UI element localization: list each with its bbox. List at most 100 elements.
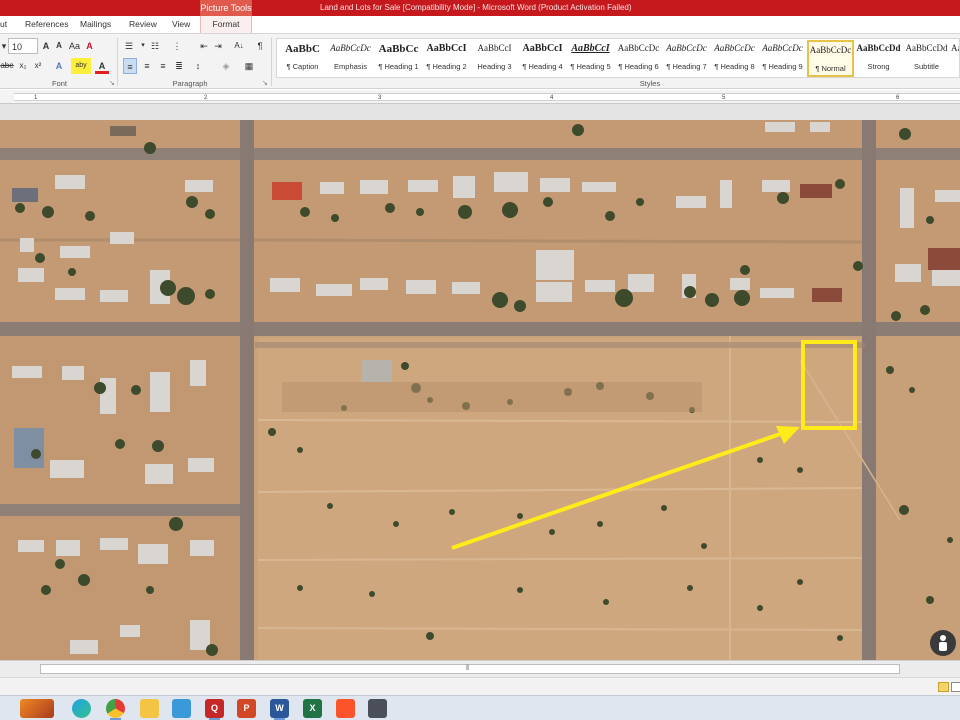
powerpoint-icon: P	[243, 703, 250, 713]
remote-desktop-icon: remote	[368, 699, 387, 718]
tab-references[interactable]: References	[25, 16, 68, 33]
increase-indent-icon[interactable]: ⇥	[212, 38, 224, 54]
taskbar-app-brave[interactable]: brave	[336, 699, 355, 718]
style-heading-2[interactable]: AaBbCcI ¶ Heading 2	[423, 40, 470, 77]
justify-icon[interactable]: ≣	[172, 58, 186, 74]
bullets-icon[interactable]: ☰	[122, 38, 136, 54]
style-name: Strong	[867, 62, 890, 71]
taskbar-app-store[interactable]: store	[172, 699, 191, 718]
grow-font-button[interactable]: A	[40, 38, 52, 54]
title-bar: Picture Tools Land and Lots for Sale [Co…	[0, 0, 960, 16]
style-name: ¶ Heading 6	[618, 62, 659, 71]
divider	[271, 38, 272, 86]
sort-icon[interactable]: A↓	[232, 38, 246, 54]
style-caption[interactable]: AaBbC ¶ Caption	[279, 40, 326, 77]
chrome-icon: chrome	[106, 699, 125, 718]
print-layout-view-icon[interactable]	[938, 682, 949, 692]
ruler-tick: 6	[896, 95, 900, 101]
paragraph-dialog-launcher-icon[interactable]: ↘	[262, 79, 268, 87]
horizontal-scrollbar[interactable]: ⦀	[0, 660, 960, 677]
font-group-label: Font	[51, 79, 67, 88]
firefox-icon: firefox	[20, 699, 54, 718]
status-bar	[0, 677, 960, 695]
style-sample: AaBbC	[285, 43, 320, 55]
borders-icon[interactable]: ▦	[241, 58, 257, 74]
style-heading-3[interactable]: AaBbCcI Heading 3	[471, 40, 518, 77]
superscript-button[interactable]: x²	[31, 58, 45, 74]
text-effects-button[interactable]: A	[52, 58, 66, 74]
style-heading-7[interactable]: AaBbCcDc ¶ Heading 7	[663, 40, 710, 77]
tab-mailings[interactable]: Mailings	[80, 16, 111, 33]
font-name-dropdown-partial[interactable]: ▾	[0, 38, 8, 54]
style-strong[interactable]: AaBbCcDd Strong	[855, 40, 902, 77]
style-normal[interactable]: AaBbCcDc ¶ Normal	[807, 40, 854, 77]
style-heading-8[interactable]: AaBbCcDc ¶ Heading 8	[711, 40, 758, 77]
align-right-icon[interactable]: ≡	[156, 58, 170, 74]
subscript-button[interactable]: x₂	[16, 58, 30, 74]
bullets-dropdown-icon[interactable]: ▾	[139, 38, 147, 54]
style-partial[interactable]: Aa	[951, 40, 959, 77]
strikethrough-button[interactable]: abe	[0, 58, 14, 74]
taskbar-app-powerpoint[interactable]: P	[237, 699, 256, 718]
font-dialog-launcher-icon[interactable]: ↘	[109, 79, 115, 87]
style-name: ¶ Heading 2	[426, 62, 467, 71]
taskbar-app-quickbooks[interactable]: Q	[205, 699, 224, 720]
style-sample: AaBbCcDc	[330, 43, 371, 53]
taskbar-app-edge[interactable]: edge	[72, 699, 91, 718]
style-heading-5[interactable]: AaBbCcI ¶ Heading 5	[567, 40, 614, 77]
divider	[117, 38, 118, 86]
store-icon: store	[172, 699, 191, 718]
style-name: ¶ Heading 8	[714, 62, 755, 71]
style-name: Subtitle	[913, 62, 940, 71]
style-heading-6[interactable]: AaBbCcDc ¶ Heading 6	[615, 40, 662, 77]
satellite-image[interactable]	[0, 120, 960, 660]
font-color-button[interactable]: A	[95, 58, 109, 74]
scrollbar-thumb[interactable]	[40, 664, 900, 674]
style-name: ¶ Normal	[815, 64, 846, 73]
taskbar-app-chrome[interactable]: chrome	[106, 699, 125, 720]
taskbar-app-firefox[interactable]: firefox	[20, 699, 54, 718]
taskbar: firefox edge chrome files store Q P W X	[0, 695, 960, 720]
edge-icon: edge	[72, 699, 91, 718]
ruler-tick: 2	[204, 95, 208, 101]
shrink-font-button[interactable]: A	[53, 38, 65, 54]
folder-icon: files	[140, 699, 159, 718]
horizontal-ruler[interactable]: 1 2 3 4 5 6	[0, 90, 960, 104]
taskbar-app-word[interactable]: W	[270, 699, 289, 720]
numbering-icon[interactable]: ☷	[148, 38, 162, 54]
style-heading-1[interactable]: AaBbCc ¶ Heading 1	[375, 40, 422, 77]
taskbar-app-excel[interactable]: X	[303, 699, 322, 718]
street-view-pegman-icon[interactable]	[930, 630, 956, 656]
ruler-tick: 5	[722, 95, 726, 101]
excel-icon: X	[309, 703, 316, 713]
brave-icon: brave	[336, 699, 355, 718]
align-center-icon[interactable]: ≡	[140, 58, 154, 74]
shading-icon[interactable]: ◈	[218, 58, 234, 74]
multilevel-list-icon[interactable]: ⋮	[170, 38, 184, 54]
tab-view[interactable]: View	[172, 16, 190, 33]
window-title: Land and Lots for Sale [Compatibility Mo…	[320, 3, 632, 12]
tab-review[interactable]: Review	[129, 16, 157, 33]
style-subtitle[interactable]: AaBbCcDd Subtitle	[903, 40, 950, 77]
taskbar-app-remote[interactable]: remote	[368, 699, 387, 718]
taskbar-app-files[interactable]: files	[140, 699, 159, 718]
style-emphasis[interactable]: AaBbCcDc Emphasis	[327, 40, 374, 77]
style-heading-9[interactable]: AaBbCcDc ¶ Heading 9	[759, 40, 806, 77]
pegman-head	[940, 635, 946, 641]
line-spacing-icon[interactable]: ↕	[190, 58, 206, 74]
decrease-indent-icon[interactable]: ⇤	[198, 38, 210, 54]
style-sample: AaBbCcDc	[666, 43, 707, 53]
tab-layout-partial[interactable]: ut	[0, 16, 7, 33]
highlight-color-button[interactable]: aby	[71, 58, 91, 74]
show-formatting-icon[interactable]: ¶	[254, 38, 266, 54]
style-name: ¶ Heading 1	[378, 62, 419, 71]
clear-formatting-button[interactable]: A	[83, 38, 96, 54]
full-screen-view-icon[interactable]	[951, 682, 960, 692]
change-case-button[interactable]: Aa	[67, 38, 82, 54]
ruler-tick: 3	[378, 95, 382, 101]
align-left-icon[interactable]: ≡	[123, 58, 137, 74]
font-size-box[interactable]: 10	[8, 38, 38, 54]
style-heading-4[interactable]: AaBbCcI ¶ Heading 4	[519, 40, 566, 77]
tab-format[interactable]: Format	[200, 16, 252, 33]
style-sample: AaBbCcDc	[809, 45, 852, 55]
